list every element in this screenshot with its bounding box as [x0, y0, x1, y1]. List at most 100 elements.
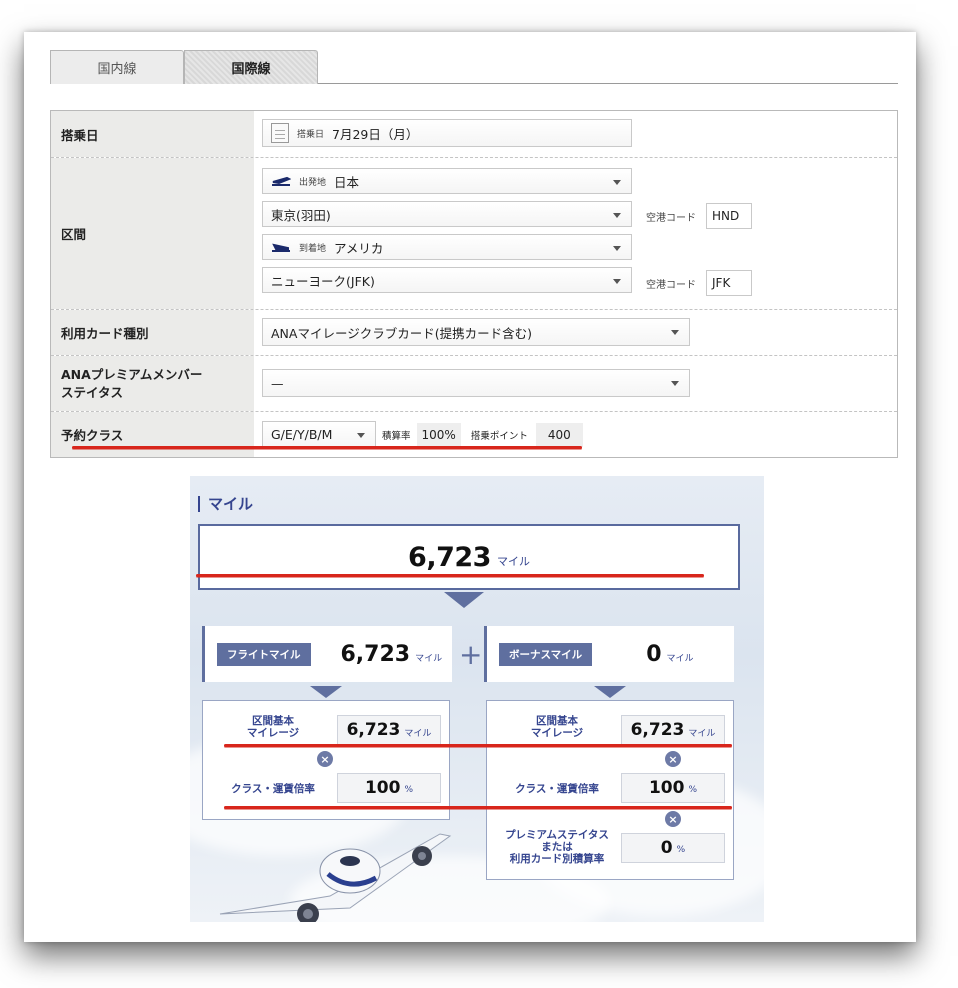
total-miles-box: 6,723 マイル: [198, 524, 740, 590]
dest-code-input[interactable]: JFK: [706, 270, 752, 296]
annotation-underline: [224, 806, 732, 809]
bonus-status-label: プレミアムステイタス または 利用カード別積算率: [495, 829, 619, 865]
bonus-rate-value-box: 100 %: [621, 773, 725, 803]
chevron-down-icon: [613, 246, 621, 251]
bonus-status-label-3: 利用カード別積算率: [509, 853, 605, 865]
flight-base-label-1: 区間基本: [252, 715, 294, 727]
earning-rate-value: 100%: [416, 422, 461, 447]
bonus-miles-value: 0: [646, 641, 662, 667]
bonus-base-value: 6,723: [630, 720, 685, 740]
row-premium-status: ANAプレミアムメンバー ステイタス —: [51, 355, 897, 411]
plus-icon: +: [459, 638, 483, 671]
annotation-underline: [196, 574, 704, 577]
flight-base-value: 6,723: [346, 720, 401, 740]
annotation-underline: [72, 446, 582, 449]
flight-base-value-box: 6,723 マイル: [337, 715, 441, 745]
flight-rate-unit: %: [404, 785, 414, 795]
bonus-rate-unit: %: [688, 785, 698, 795]
chevron-down-icon: [613, 180, 621, 185]
tab-international[interactable]: 国際線: [184, 50, 318, 84]
chevron-down-icon: [357, 432, 365, 438]
boarding-date-value: 7月29日（月）: [332, 126, 419, 142]
dest-region-small-label: 到着地: [299, 243, 327, 254]
annotation-underline: [224, 744, 732, 747]
route-tabs: 国内線 国際線: [50, 50, 898, 84]
bonus-miles-tag: ボーナスマイル: [499, 642, 593, 666]
booking-class-value: G/E/Y/B/M: [271, 427, 333, 442]
boarding-date-small-label: 搭乗日: [297, 129, 325, 140]
bonus-base-label-2: マイレージ: [530, 727, 584, 739]
bonus-rate-value: 100: [648, 778, 685, 798]
premium-status-label-line2: ステイタス: [61, 384, 124, 400]
row-boarding-date: 搭乗日 搭乗日 7月29日（月）: [51, 111, 897, 157]
bonus-status-unit: %: [676, 845, 686, 855]
bonus-status-label-2: または: [541, 841, 573, 853]
flight-miles-value: 6,723: [340, 641, 411, 667]
bonus-status-label-1: プレミアムステイタス: [505, 829, 609, 841]
bonus-base-unit: マイル: [688, 728, 716, 739]
calendar-icon: [271, 123, 289, 143]
dest-region-value: アメリカ: [334, 240, 384, 256]
arrow-down-icon: [594, 686, 626, 698]
airplane-illustration: [219, 833, 452, 922]
card-type-label: 利用カード種別: [51, 310, 254, 355]
row-booking-class: 予約クラス G/E/Y/B/M 積算率 100% 搭乗ポイント 400: [51, 411, 897, 457]
bonus-calc-box: 区間基本 マイレージ 6,723 マイル × クラス・運賃倍率 100 % × …: [486, 700, 734, 880]
tab-domestic[interactable]: 国内線: [50, 50, 184, 84]
route-label: 区間: [51, 158, 254, 309]
multiply-icon: ×: [665, 811, 681, 827]
row-card-type: 利用カード種別 ANAマイレージクラブカード(提携カード含む): [51, 309, 897, 355]
multiply-icon: ×: [665, 751, 681, 767]
premium-status-label: ANAプレミアムメンバー ステイタス: [51, 356, 254, 411]
premium-status-value: —: [271, 375, 284, 391]
origin-airport-value: 東京(羽田): [271, 207, 331, 223]
earning-rate-label: 積算率: [382, 430, 411, 442]
flight-base-label-2: マイレージ: [246, 727, 300, 739]
dest-airport-value: ニューヨーク(JFK): [271, 273, 375, 289]
boarding-points-value: 400: [535, 422, 583, 447]
boarding-date-label: 搭乗日: [51, 111, 254, 157]
boarding-points-label: 搭乗ポイント: [470, 430, 528, 442]
flight-base-unit: マイル: [404, 728, 432, 739]
mile-result-panel: マイル 6,723 マイル フライトマイル 6,723 マイル + ボーナスマイ…: [190, 476, 764, 922]
origin-region-select[interactable]: 出発地 日本: [262, 168, 632, 194]
bonus-status-value: 0: [660, 838, 673, 858]
chevron-down-icon: [671, 381, 679, 386]
bonus-base-label: 区間基本 マイレージ: [507, 715, 607, 739]
origin-region-value: 日本: [334, 174, 360, 190]
miles-title: マイル: [198, 496, 253, 512]
multiply-icon: ×: [317, 751, 333, 767]
premium-status-select[interactable]: —: [262, 369, 690, 397]
departure-plane-icon: [272, 176, 291, 186]
origin-code-input[interactable]: HND: [706, 203, 752, 229]
card-type-value: ANAマイレージクラブカード(提携カード含む): [271, 325, 532, 341]
card-type-select[interactable]: ANAマイレージクラブカード(提携カード含む): [262, 318, 690, 346]
booking-class-label: 予約クラス: [51, 412, 254, 457]
row-route: 区間 出発地 日本 東京(羽田) 空港コード HND 到着地 アメリカ ニューヨ…: [51, 157, 897, 309]
bonus-miles-unit: マイル: [666, 653, 694, 664]
dest-region-select[interactable]: 到着地 アメリカ: [262, 234, 632, 260]
bonus-status-value-box: 0 %: [621, 833, 725, 863]
flight-rate-value: 100: [364, 778, 401, 798]
total-miles-unit: マイル: [496, 555, 530, 568]
dest-code-label: 空港コード: [646, 280, 696, 291]
boarding-date-field[interactable]: 搭乗日 7月29日（月）: [262, 119, 632, 147]
flight-miles-tag: フライトマイル: [217, 642, 311, 666]
arrival-plane-icon: [272, 243, 290, 252]
flight-rate-label: クラス・運賃倍率: [231, 783, 315, 795]
flight-base-label: 区間基本 マイレージ: [223, 715, 323, 739]
dest-airport-select[interactable]: ニューヨーク(JFK): [262, 267, 632, 293]
arrow-down-icon: [444, 592, 484, 608]
bonus-base-label-1: 区間基本: [536, 715, 578, 727]
origin-airport-select[interactable]: 東京(羽田): [262, 201, 632, 227]
total-miles-value: 6,723: [408, 541, 491, 573]
bonus-base-value-box: 6,723 マイル: [621, 715, 725, 745]
chevron-down-icon: [613, 279, 621, 284]
bonus-miles-header: ボーナスマイル 0 マイル: [484, 626, 734, 682]
origin-region-small-label: 出発地: [299, 177, 327, 188]
chevron-down-icon: [671, 330, 679, 335]
premium-status-label-line1: ANAプレミアムメンバー: [61, 366, 203, 382]
booking-class-select[interactable]: G/E/Y/B/M: [262, 420, 376, 449]
arrow-down-icon: [310, 686, 342, 698]
origin-code-label: 空港コード: [646, 213, 696, 224]
